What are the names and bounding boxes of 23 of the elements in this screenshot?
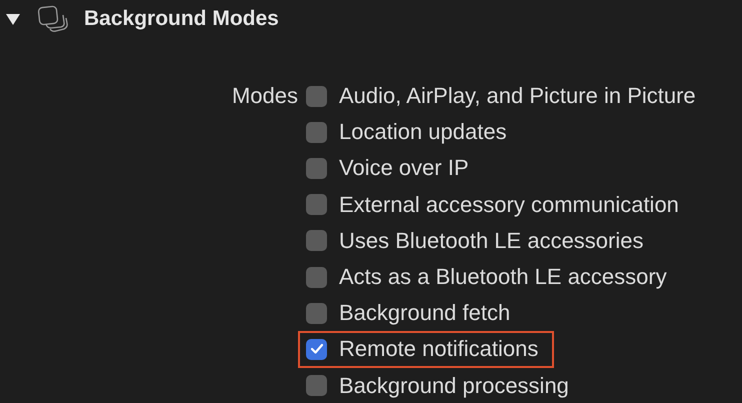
checkbox-label: Background fetch [339, 300, 510, 326]
checkbox[interactable] [306, 230, 327, 252]
checkmark-icon [310, 343, 324, 356]
checkbox[interactable] [306, 302, 327, 324]
checkbox-label: Remote notifications [339, 336, 538, 362]
checkbox-label: Acts as a Bluetooth LE accessory [339, 264, 667, 290]
checkbox[interactable] [306, 86, 327, 107]
checkbox[interactable] [306, 338, 327, 360]
modes-label: Modes [230, 82, 299, 110]
checkbox-label: Audio, AirPlay, and Picture in Picture [339, 83, 696, 110]
checkbox[interactable] [306, 375, 327, 396]
checkbox[interactable] [306, 194, 327, 216]
stacked-layers-icon [37, 5, 69, 33]
checkbox[interactable] [306, 122, 327, 143]
checkbox-label: External accessory communication [339, 192, 679, 218]
checkbox-label: Background processing [339, 372, 569, 399]
disclosure-triangle-icon[interactable] [5, 12, 21, 26]
checkbox-label: Location updates [339, 119, 507, 146]
checkbox-label: Uses Bluetooth LE accessories [339, 228, 644, 254]
checkbox[interactable] [306, 266, 327, 288]
section-title: Background Modes [84, 7, 279, 31]
checkbox[interactable] [306, 158, 327, 179]
checkbox-label: Voice over IP [339, 155, 469, 182]
